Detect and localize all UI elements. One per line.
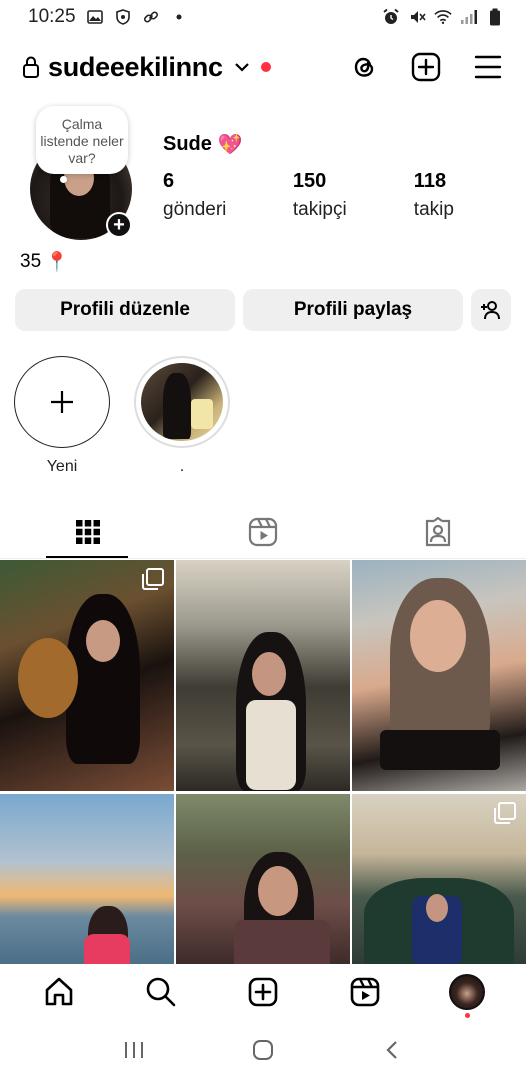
home-button-icon[interactable] [248, 1035, 278, 1065]
highlight-label: Yeni [46, 458, 78, 475]
status-bar: 10:25 [0, 0, 526, 34]
grid-icon [75, 519, 100, 544]
tab-reels[interactable] [175, 505, 350, 558]
nav-home[interactable] [39, 972, 79, 1012]
stat-followers[interactable]: 150 takipçi [293, 170, 414, 221]
threads-icon[interactable] [348, 51, 380, 83]
note-bubble[interactable]: Çalma listende neler var? [36, 106, 128, 174]
edit-profile-button[interactable]: Profili düzenle [15, 289, 235, 331]
battery-icon [486, 8, 504, 26]
stat-following-count: 118 [413, 170, 447, 192]
stat-followers-count: 150 [292, 170, 327, 192]
highlight-new[interactable]: Yeni [14, 356, 110, 476]
wifi-icon [434, 8, 452, 26]
lock-icon [23, 56, 39, 78]
highlight-label: . [179, 458, 185, 475]
profile-header: sudeeekilinnc [0, 44, 526, 90]
profile-section: Çalma listende neler var? + Sude 💖 6 gön… [0, 100, 526, 280]
stat-followers-label: takipçi [292, 199, 347, 220]
display-name: Sude 💖 [163, 132, 243, 157]
highlight-story[interactable]: . [134, 356, 230, 476]
tab-grid[interactable] [0, 505, 175, 558]
stat-following[interactable]: 118 takip [414, 170, 503, 221]
dot-icon [170, 8, 188, 26]
tagged-icon [426, 516, 451, 546]
nav-profile[interactable] [447, 972, 487, 1018]
username[interactable]: sudeeekilinnc [48, 52, 223, 83]
post-thumbnail[interactable] [176, 794, 350, 964]
system-navigation [0, 1020, 526, 1080]
stat-posts[interactable]: 6 gönderi [163, 170, 293, 221]
story-highlights: Yeni . [14, 356, 230, 476]
nav-create[interactable] [243, 972, 283, 1012]
shield-icon [114, 8, 132, 26]
create-icon[interactable] [410, 51, 442, 83]
post-thumbnail[interactable] [0, 794, 174, 964]
add-story-icon[interactable]: + [106, 212, 132, 238]
nav-reels[interactable] [345, 972, 385, 1012]
stat-posts-count: 6 [163, 170, 175, 192]
profile-actions: Profili düzenle Profili paylaş [15, 289, 511, 331]
chevron-down-icon[interactable] [233, 58, 251, 76]
nav-search[interactable] [141, 972, 181, 1012]
plus-icon [51, 391, 73, 413]
status-time: 10:25 [28, 6, 76, 27]
posts-grid [0, 560, 526, 964]
link-icon [142, 8, 160, 26]
discover-people-button[interactable] [471, 289, 511, 331]
tab-tagged[interactable] [351, 505, 526, 558]
post-thumbnail[interactable] [352, 560, 526, 791]
create-icon [248, 977, 278, 1007]
display-name-text: Sude [163, 133, 212, 155]
mute-icon [408, 8, 426, 26]
new-highlight-circle[interactable] [14, 356, 110, 448]
note-text: Çalma listende neler var? [40, 116, 124, 166]
post-thumbnail[interactable] [0, 560, 174, 791]
multiple-posts-icon [494, 802, 516, 824]
notification-dot [260, 62, 271, 72]
share-profile-button[interactable]: Profili paylaş [243, 289, 463, 331]
pin-emoji: 📍 [45, 252, 69, 273]
reels-icon [248, 517, 278, 546]
profile-avatar [449, 974, 485, 1010]
post-thumbnail[interactable] [352, 794, 526, 964]
notification-dot [465, 1013, 470, 1018]
highlight-thumbnail [141, 363, 223, 441]
stat-posts-label: gönderi [163, 199, 227, 220]
bio: 35 📍 [20, 250, 69, 274]
search-icon [146, 977, 176, 1007]
highlight-story-ring[interactable] [134, 356, 230, 448]
recents-icon[interactable] [119, 1035, 149, 1065]
bio-text: 35 [20, 251, 42, 272]
menu-icon[interactable] [472, 51, 504, 83]
content-tabs [0, 505, 526, 559]
bottom-navigation [0, 964, 526, 1020]
reels-icon [350, 977, 380, 1007]
home-icon [45, 977, 73, 1006]
back-icon[interactable] [377, 1035, 407, 1065]
heart-emoji: 💖 [217, 134, 243, 156]
image-icon [86, 8, 104, 26]
alarm-icon [382, 8, 400, 26]
profile-stats: 6 gönderi 150 takipçi 118 takip [163, 170, 503, 221]
add-person-icon [481, 301, 500, 320]
note-tail [60, 176, 67, 183]
stat-following-label: takip [413, 199, 454, 220]
multiple-posts-icon [142, 568, 164, 590]
post-thumbnail[interactable] [176, 560, 350, 791]
signal-icon [460, 8, 478, 26]
